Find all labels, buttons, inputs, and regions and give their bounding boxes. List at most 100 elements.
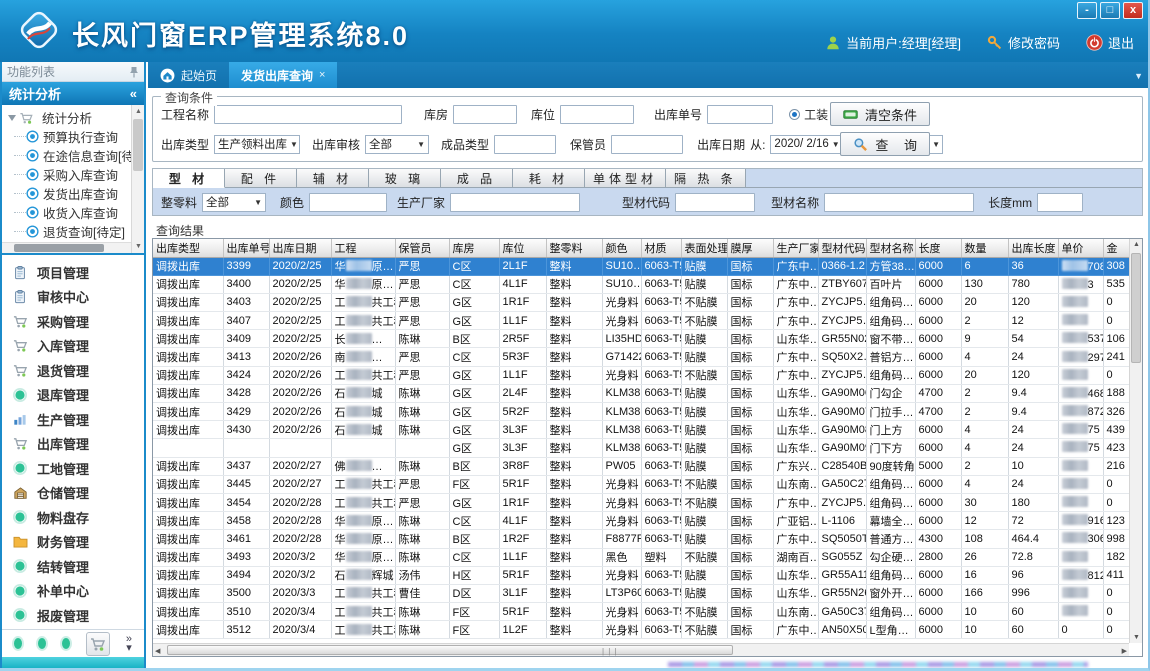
date-from-select[interactable]: 2020/ 2/16▼ [770, 135, 842, 154]
footer-chevron[interactable]: »▾ [126, 635, 132, 653]
product-type-input[interactable] [494, 135, 556, 154]
scroll-left-icon[interactable]: ◀ [155, 647, 160, 655]
sidebar-item-结转管理[interactable]: 结转管理 [2, 554, 144, 579]
length-input[interactable] [1037, 193, 1083, 212]
table-row[interactable]: 调拨出库34002020/2/25华原…严思C区4L1F整料SU10…6063-… [153, 275, 1130, 293]
sidebar-item-审核中心[interactable]: 审核中心 [2, 285, 144, 310]
keeper-input[interactable] [611, 135, 683, 154]
material-tab-单体型材[interactable]: 单体型材 [585, 169, 666, 188]
project-name-input[interactable] [214, 105, 402, 124]
tree-hscroll-thumb[interactable] [14, 244, 104, 252]
search-button[interactable]: 查 询 [840, 132, 930, 156]
tree-item-退货查询[待定][interactable]: 退货查询[待定] [6, 222, 144, 241]
tablist-dropdown-icon[interactable]: ▼ [1134, 71, 1143, 81]
profile-code-input[interactable] [675, 193, 755, 212]
tree-scroll-thumb[interactable] [133, 119, 143, 171]
close-button[interactable]: x [1123, 2, 1143, 19]
sidebar-item-生产管理[interactable]: 生产管理 [2, 407, 144, 432]
column-header-出库长度[interactable]: 出库长度 [1008, 239, 1058, 257]
table-row[interactable]: 调拨出库34132020/2/26南…严思C区5R3F整料G714226063-… [153, 348, 1130, 366]
material-tab-辅材[interactable]: 辅 材 [297, 169, 369, 188]
table-row[interactable]: 调拨出库34372020/2/27佛…陈琳B区3R8F整料PW056063-T5… [153, 457, 1130, 475]
sidebar-item-报废管理[interactable]: 报废管理 [2, 603, 144, 628]
material-tab-配件[interactable]: 配 件 [225, 169, 297, 188]
maximize-button[interactable]: □ [1100, 2, 1120, 19]
column-header-膜厚[interactable]: 膜厚 [727, 239, 773, 257]
column-header-保管员[interactable]: 保管员 [395, 239, 449, 257]
table-row[interactable]: 调拨出库34452020/2/27工共工程严思F区5R1F整料光身料6063-T… [153, 475, 1130, 493]
sidebar-item-出库管理[interactable]: 出库管理 [2, 432, 144, 457]
sidebar-item-采购管理[interactable]: 采购管理 [2, 309, 144, 334]
column-header-生产厂家[interactable]: 生产厂家 [773, 239, 818, 257]
material-tab-耗材[interactable]: 耗 材 [513, 169, 585, 188]
tree-horizontal-scrollbar[interactable] [2, 242, 131, 253]
out-type-select[interactable]: 生产领料出库▼ [214, 135, 300, 154]
footer-dot-icon[interactable] [38, 638, 46, 649]
column-header-型材代码[interactable]: 型材代码 [818, 239, 866, 257]
tree-item-采购入库查询[interactable]: 采购入库查询 [6, 165, 144, 184]
footer-cart-button[interactable] [86, 632, 110, 656]
table-row[interactable]: 调拨出库34032020/2/25工共工程严思G区1R1F整料光身料6063-T… [153, 293, 1130, 311]
table-row[interactable]: 调拨出库34932020/3/2华原…陈琳C区1L1F整料黑色塑料不贴膜国标湖南… [153, 548, 1130, 566]
grid-vscroll-thumb[interactable] [1131, 253, 1141, 363]
sidebar-item-物料盘存[interactable]: 物料盘存 [2, 505, 144, 530]
table-row[interactable]: 调拨出库35002020/3/3工共工程曹佳D区3L1F整料LT3P606063… [153, 584, 1130, 602]
column-header-出库单号[interactable]: 出库单号 [223, 239, 269, 257]
tab-close-icon[interactable]: × [319, 69, 325, 81]
material-tab-隔热条[interactable]: 隔 热 条 [666, 169, 746, 188]
tree-expander-icon[interactable] [8, 115, 16, 121]
zhengling-select[interactable]: 全部▼ [202, 193, 266, 212]
grid-vertical-scrollbar[interactable]: ▲ ▼ [1129, 239, 1142, 643]
footer-dot-icon[interactable] [14, 638, 22, 649]
tree-item-发货出库查询[interactable]: 发货出库查询 [6, 184, 144, 203]
column-header-表面处理[interactable]: 表面处理 [681, 239, 727, 257]
tree-vertical-scrollbar[interactable]: ▲ ▼ [131, 105, 144, 253]
scroll-up-icon[interactable]: ▲ [132, 105, 144, 118]
column-header-单价[interactable]: 单价 [1058, 239, 1103, 257]
table-row[interactable]: 调拨出库34292020/2/26石城陈琳G区5R2F整料KLM38176063… [153, 403, 1130, 421]
tree-item-预算执行查询[interactable]: 预算执行查询 [6, 127, 144, 146]
table-row[interactable]: 调拨出库34302020/2/26石城陈琳G区3L3F整料KLM38176063… [153, 421, 1130, 439]
color-input[interactable] [309, 193, 387, 212]
clear-conditions-button[interactable]: 清空条件 [830, 102, 930, 126]
column-header-材质[interactable]: 材质 [641, 239, 681, 257]
tree-item-收货入库查询[interactable]: 收货入库查询 [6, 203, 144, 222]
table-row[interactable]: G区3L3F整料KLM38176063-T5贴膜国标山东华…GA90M09…门下… [153, 439, 1130, 457]
table-row[interactable]: 调拨出库33992020/2/25华原…严思C区2L1F整料SU10…6063-… [153, 257, 1130, 275]
column-header-库房[interactable]: 库房 [449, 239, 499, 257]
column-header-库位[interactable]: 库位 [499, 239, 546, 257]
warehouse-input[interactable] [453, 105, 517, 124]
out-audit-select[interactable]: 全部▼ [365, 135, 429, 154]
order-no-input[interactable] [707, 105, 773, 124]
scroll-right-icon[interactable]: ▶ [1122, 647, 1127, 655]
column-header-工程[interactable]: 工程 [331, 239, 395, 257]
sidebar-item-仓储管理[interactable]: 仓储管理 [2, 481, 144, 506]
maker-input[interactable] [450, 193, 580, 212]
sidebar-item-财务管理[interactable]: 财务管理 [2, 530, 144, 555]
sidebar-item-退库管理[interactable]: 退库管理 [2, 383, 144, 408]
tab-shipping-outbound-query[interactable]: 发货出库查询 × [229, 62, 337, 88]
tab-home[interactable]: 起始页 [148, 62, 229, 88]
grid-horizontal-scrollbar[interactable]: ◀ | | | ▶ [153, 643, 1129, 656]
material-tab-成品[interactable]: 成 品 [441, 169, 513, 188]
tree-item-在途信息查询[待[interactable]: 在途信息查询[待 [6, 146, 144, 165]
collapse-icon[interactable]: « [130, 86, 137, 101]
sidebar-section-header[interactable]: 统计分析 « [2, 82, 144, 105]
table-row[interactable]: 调拨出库34242020/2/26工共工程严思G区1L1F整料光身料6063-T… [153, 366, 1130, 384]
table-row[interactable]: 调拨出库35102020/3/4工共工程陈琳F区5R1F整料光身料6063-T5… [153, 603, 1130, 621]
table-row[interactable]: 调拨出库34092020/2/25长…陈琳B区2R5F整料LI35HD6063-… [153, 330, 1130, 348]
footer-dot-icon[interactable] [62, 638, 70, 649]
profile-name-input[interactable] [824, 193, 974, 212]
table-row[interactable]: 调拨出库34612020/2/28华原…陈琳B区1R2F整料F8877FT606… [153, 530, 1130, 548]
sidebar-item-补单中心[interactable]: 补单中心 [2, 579, 144, 604]
radio-gongzhuang[interactable]: 工装 [789, 106, 828, 123]
table-row[interactable]: 调拨出库34282020/2/26石城陈琳G区2L4F整料KLM38176063… [153, 384, 1130, 402]
column-header-颜色[interactable]: 颜色 [602, 239, 641, 257]
tree-root-item[interactable]: 统计分析 [6, 108, 144, 127]
column-header-整零料[interactable]: 整零料 [546, 239, 602, 257]
minimize-button[interactable]: - [1077, 2, 1097, 19]
grid-hscroll-thumb[interactable] [167, 645, 733, 655]
table-row[interactable]: 调拨出库35122020/3/4工共工程陈琳F区1L2F整料光身料6063-T5… [153, 621, 1130, 639]
column-header-出库日期[interactable]: 出库日期 [269, 239, 331, 257]
table-row[interactable]: 调拨出库34542020/2/28工共工程严思G区1R1F整料光身料6063-T… [153, 493, 1130, 511]
